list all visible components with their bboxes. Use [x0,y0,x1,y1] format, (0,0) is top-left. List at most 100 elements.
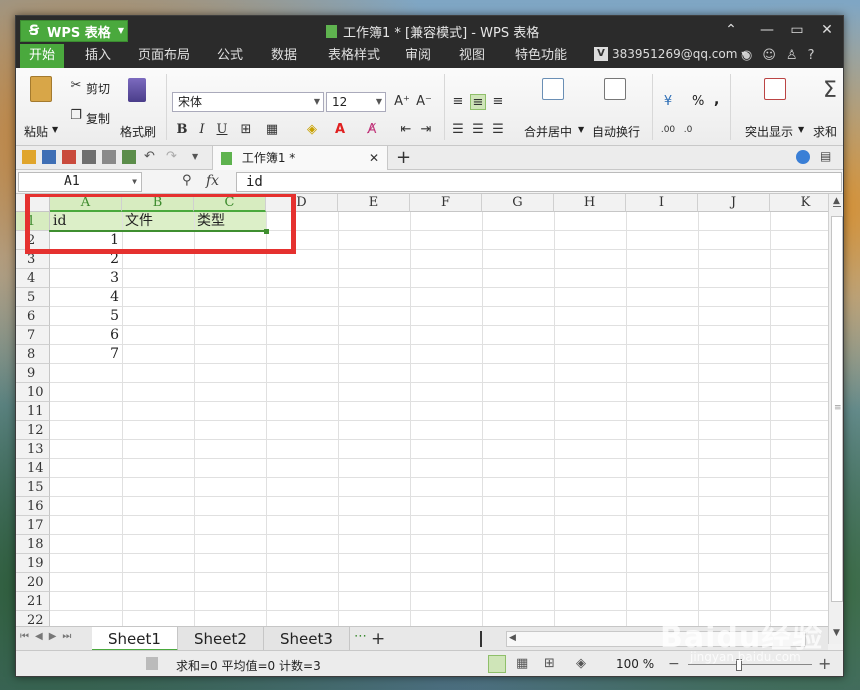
column-header-i[interactable]: I [626,194,698,212]
merge-center-icon[interactable] [542,78,564,100]
print-preview-icon[interactable] [102,150,116,164]
cut-button[interactable]: 剪切 [86,80,110,97]
indent-increase-icon[interactable]: ⇥ [418,122,434,138]
add-sheet-button[interactable]: + [371,627,385,651]
sheet-nav-icons[interactable]: ⏮◀▶⏭ [20,631,77,642]
smile-icon[interactable]: ☺ [762,48,776,63]
highlight-icon[interactable] [764,78,786,100]
row-header-19[interactable]: 19 [16,554,50,573]
open-folder-icon[interactable] [22,150,36,164]
align-bottom-icon[interactable]: ≡ [490,94,506,110]
paste-button[interactable]: 粘贴 [24,123,48,140]
cell-style-icon[interactable]: ▦ [264,122,280,138]
tab-insert[interactable]: 插入 [78,44,118,68]
currency-icon[interactable]: ¥ [660,94,676,110]
underline-icon[interactable]: U [214,122,230,138]
export-pdf-icon[interactable] [62,150,76,164]
scroll-top-icon[interactable] [833,206,841,207]
app-menu-button[interactable]: Ꞩ WPS 表格 ▼ [20,20,128,42]
split-handle[interactable] [480,631,482,647]
spreadsheet-grid[interactable]: A B C D E F G H I J K 1 2 3 4 5 6 7 8 9 10 11 12 13 1… [16,194,828,626]
row-header-11[interactable]: 11 [16,402,50,421]
spell-check-icon[interactable] [122,150,136,164]
account-menu[interactable]: V 383951269@qq.com ▼ [594,47,748,61]
bold-icon[interactable]: B [174,122,190,138]
tab-review[interactable]: 审阅 [398,44,438,68]
border-icon[interactable]: ⊞ [238,122,254,138]
format-painter-button[interactable]: 格式刷 [120,123,156,140]
name-box[interactable]: A1 ▼ [18,172,142,192]
row-header-4[interactable]: 4 [16,269,50,288]
row-header-5[interactable]: 5 [16,288,50,307]
chevron-down-icon[interactable]: ▼ [798,125,804,134]
macro-icon[interactable] [146,657,158,670]
zoom-out-icon[interactable]: − [668,656,680,672]
cloud-sync-icon[interactable]: ◉ [741,48,752,63]
copy-button[interactable]: 复制 [86,110,110,127]
row-header-10[interactable]: 10 [16,383,50,402]
row-header-18[interactable]: 18 [16,535,50,554]
paste-icon[interactable] [30,76,52,102]
font-name-select[interactable]: 宋体 ▼ [172,92,324,112]
more-sheets-icon[interactable]: ⋯ [354,629,367,644]
row-header-6[interactable]: 6 [16,307,50,326]
undo-icon[interactable]: ↶ [144,150,158,164]
tab-page-layout[interactable]: 页面布局 [132,44,196,68]
print-icon[interactable] [82,150,96,164]
tab-formulas[interactable]: 公式 [210,44,250,68]
skin-shirt-icon[interactable]: ♙ [786,48,798,63]
new-tab-button[interactable]: + [396,146,411,170]
wrap-text-button[interactable]: 自动换行 [592,123,640,140]
insert-function-icon[interactable]: fx [206,173,219,189]
sheet-tab-sheet3[interactable]: Sheet3 [264,627,350,651]
column-header-h[interactable]: H [554,194,626,212]
search-function-icon[interactable]: ⚲ [182,173,192,188]
zoom-level[interactable]: 100 % [616,657,654,671]
zoom-in-icon[interactable]: + [818,654,831,673]
expand-panel-icon[interactable]: ▤ [820,149,831,163]
row-header-20[interactable]: 20 [16,573,50,592]
close-button[interactable]: ✕ [812,18,842,42]
row-header-22[interactable]: 22 [16,611,50,626]
cell-a5[interactable]: 4 [50,288,122,307]
row-header-7[interactable]: 7 [16,326,50,345]
italic-icon[interactable]: I [194,122,210,138]
row-header-14[interactable]: 14 [16,459,50,478]
font-size-select[interactable]: 12 ▼ [326,92,386,112]
cell-a4[interactable]: 3 [50,269,122,288]
column-header-g[interactable]: G [482,194,554,212]
chevron-down-icon[interactable]: ▼ [52,125,58,134]
vertical-scrollbar[interactable]: ▲ ≡ ▼ [828,194,843,644]
sheet-tab-sheet2[interactable]: Sheet2 [178,627,264,651]
cell-a7[interactable]: 6 [50,326,122,345]
row-header-12[interactable]: 12 [16,421,50,440]
column-header-f[interactable]: F [410,194,482,212]
row-header-17[interactable]: 17 [16,516,50,535]
document-tab[interactable]: 工作簿1 * ✕ [212,146,388,170]
help-icon[interactable]: ? [808,48,815,63]
sheet-tab-sheet1[interactable]: Sheet1 [92,627,178,651]
align-top-icon[interactable]: ≡ [450,94,466,110]
column-header-e[interactable]: E [338,194,410,212]
column-header-k[interactable]: K [770,194,828,212]
align-center-icon[interactable]: ☰ [470,122,486,138]
cell-a8[interactable]: 7 [50,345,122,364]
percent-button[interactable]: % [692,94,704,109]
close-tab-icon[interactable]: ✕ [369,146,379,170]
cloud-icon[interactable] [796,150,810,164]
zoom-slider[interactable] [688,664,812,665]
increase-decimal-icon[interactable]: .00 [660,122,676,138]
eye-protect-icon[interactable]: ◈ [576,656,586,671]
clear-format-icon[interactable]: A̸ [364,122,380,138]
fill-color-icon[interactable]: ◈ [304,122,320,138]
row-header-15[interactable]: 15 [16,478,50,497]
row-header-16[interactable]: 16 [16,497,50,516]
row-header-13[interactable]: 13 [16,440,50,459]
font-color-icon[interactable]: A [332,122,348,138]
save-icon[interactable] [42,150,56,164]
scroll-left-icon[interactable]: ◀ [509,633,516,643]
minimize-button[interactable]: — [752,18,782,42]
align-left-icon[interactable]: ☰ [450,122,466,138]
tab-data[interactable]: 数据 [264,44,304,68]
increase-font-icon[interactable]: A⁺ [394,94,410,110]
